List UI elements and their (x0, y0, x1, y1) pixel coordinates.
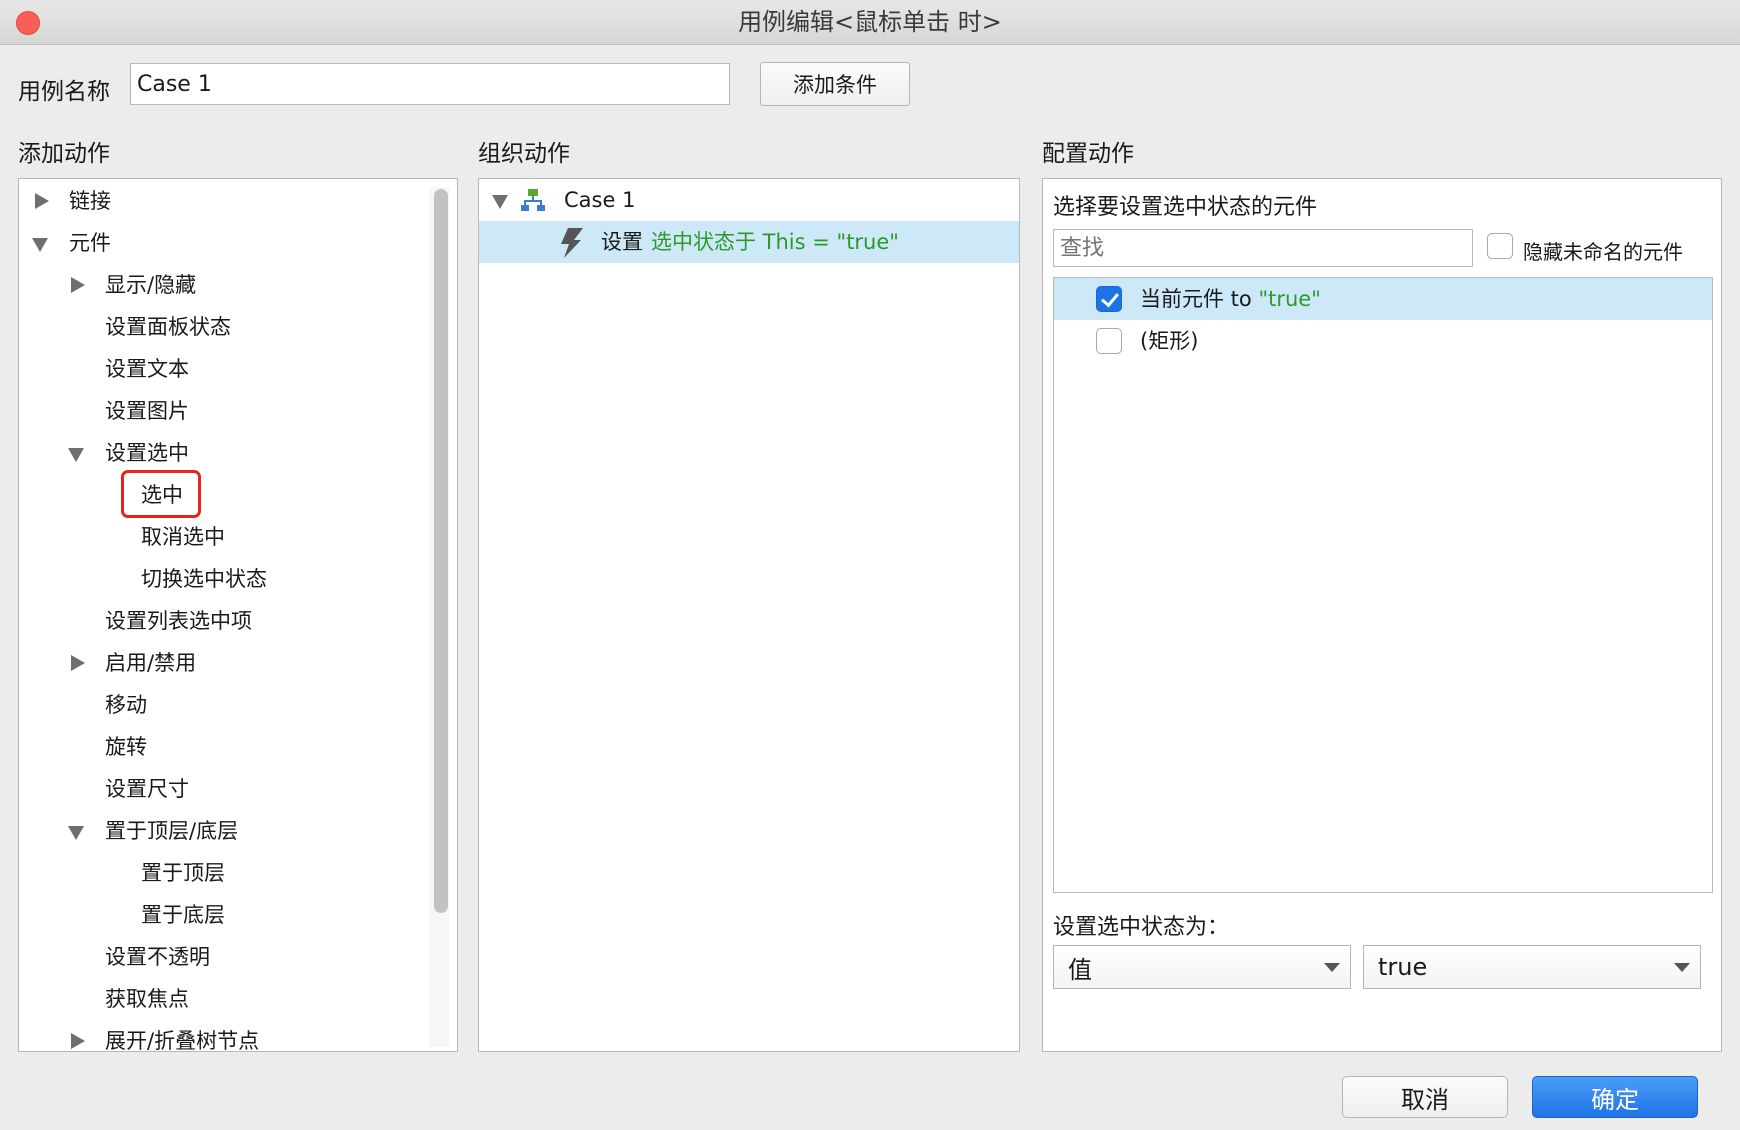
value-select[interactable]: true (1363, 945, 1701, 989)
widget-search-input[interactable] (1053, 229, 1473, 267)
case-node[interactable]: Case 1 (479, 179, 1019, 221)
widget-list: 当前元件 to "true" (矩形) (1053, 277, 1713, 893)
configure-actions-panel: 选择要设置选中状态的元件 隐藏未命名的元件 当前元件 to "true" (矩形… (1042, 178, 1722, 1052)
collapse-arrow-icon[interactable] (68, 448, 84, 462)
case-name-input[interactable]: Case 1 (130, 63, 730, 105)
tree-item-focus[interactable]: 获取焦点 (105, 978, 189, 1020)
hide-unnamed-label: 隐藏未命名的元件 (1523, 240, 1683, 264)
scrollbar-thumb[interactable] (434, 189, 448, 913)
tree-item-bring-to-front[interactable]: 置于顶层 (141, 852, 225, 894)
highlight-marker (121, 470, 201, 518)
widget-row[interactable]: (矩形) (1054, 320, 1712, 362)
add-actions-panel: 链接 元件 显示/隐藏 设置面板状态 设置文本 设置图片 设置选中 选中 取消选… (18, 178, 458, 1052)
expand-arrow-icon[interactable] (35, 193, 49, 209)
tree-item-unselect[interactable]: 取消选中 (141, 516, 225, 558)
collapse-arrow-icon[interactable] (68, 826, 84, 840)
tree-item-set-image[interactable]: 设置图片 (105, 390, 189, 432)
chevron-down-icon (1674, 963, 1690, 972)
hide-unnamed-checkbox[interactable] (1487, 233, 1513, 259)
tree-item-link[interactable]: 链接 (19, 180, 419, 222)
configure-subtitle: 选择要设置选中状态的元件 (1053, 195, 1318, 220)
case-tree-icon (521, 189, 545, 211)
tree-item-enable-disable[interactable]: 启用/禁用 (19, 642, 419, 684)
organize-actions-panel: Case 1 设置 选中状态于 This = "true" (478, 178, 1020, 1052)
tree-item-rotate[interactable]: 旋转 (105, 726, 147, 768)
value-type-select[interactable]: 值 (1053, 945, 1351, 989)
tree-item-widget[interactable]: 元件 (19, 222, 419, 264)
tree-item-send-to-back[interactable]: 置于底层 (141, 894, 225, 936)
expand-arrow-icon[interactable] (71, 1033, 85, 1049)
add-actions-title: 添加动作 (18, 141, 110, 167)
configure-actions-title: 配置动作 (1042, 141, 1134, 167)
widget-label: (矩形) (1140, 329, 1199, 353)
organize-actions-title: 组织动作 (478, 141, 570, 167)
chevron-down-icon (1324, 963, 1340, 972)
widget-row[interactable]: 当前元件 to "true" (1054, 278, 1712, 320)
case-name-label: 用例名称 (18, 79, 110, 105)
expand-arrow-icon[interactable] (71, 655, 85, 671)
expand-arrow-icon[interactable] (71, 277, 85, 293)
tree-item-bring-front-back[interactable]: 置于顶层/底层 (19, 810, 419, 852)
tree-item-set-text[interactable]: 设置文本 (105, 348, 189, 390)
tree-item-set-size[interactable]: 设置尺寸 (105, 768, 189, 810)
window-title: 用例编辑<鼠标单击 时> (738, 8, 1002, 36)
tree-item-set-list-selection[interactable]: 设置列表选中项 (105, 600, 252, 642)
action-node-selected[interactable]: 设置 选中状态于 This = "true" (479, 221, 1019, 263)
tree-item-show-hide[interactable]: 显示/隐藏 (19, 264, 419, 306)
collapse-arrow-icon[interactable] (492, 195, 508, 209)
tree-item-set-opacity[interactable]: 设置不透明 (105, 936, 210, 978)
ok-button[interactable]: 确定 (1532, 1076, 1698, 1118)
widget-checkbox[interactable] (1096, 328, 1122, 354)
collapse-arrow-icon[interactable] (32, 238, 48, 252)
cancel-button[interactable]: 取消 (1342, 1076, 1508, 1118)
tree-item-toggle-selected[interactable]: 切换选中状态 (141, 558, 267, 600)
tree-item-set-panel-state[interactable]: 设置面板状态 (105, 306, 231, 348)
set-state-label: 设置选中状态为： (1053, 915, 1230, 940)
tree-item-expand-collapse-tree[interactable]: 展开/折叠树节点 (19, 1020, 419, 1051)
lightning-icon (561, 228, 583, 258)
tree-item-move[interactable]: 移动 (105, 684, 147, 726)
widget-checkbox[interactable] (1096, 286, 1122, 312)
add-condition-button[interactable]: 添加条件 (760, 62, 910, 106)
tree-item-set-selected[interactable]: 设置选中 (19, 432, 419, 474)
widget-label: 当前元件 to "true" (1140, 287, 1321, 311)
